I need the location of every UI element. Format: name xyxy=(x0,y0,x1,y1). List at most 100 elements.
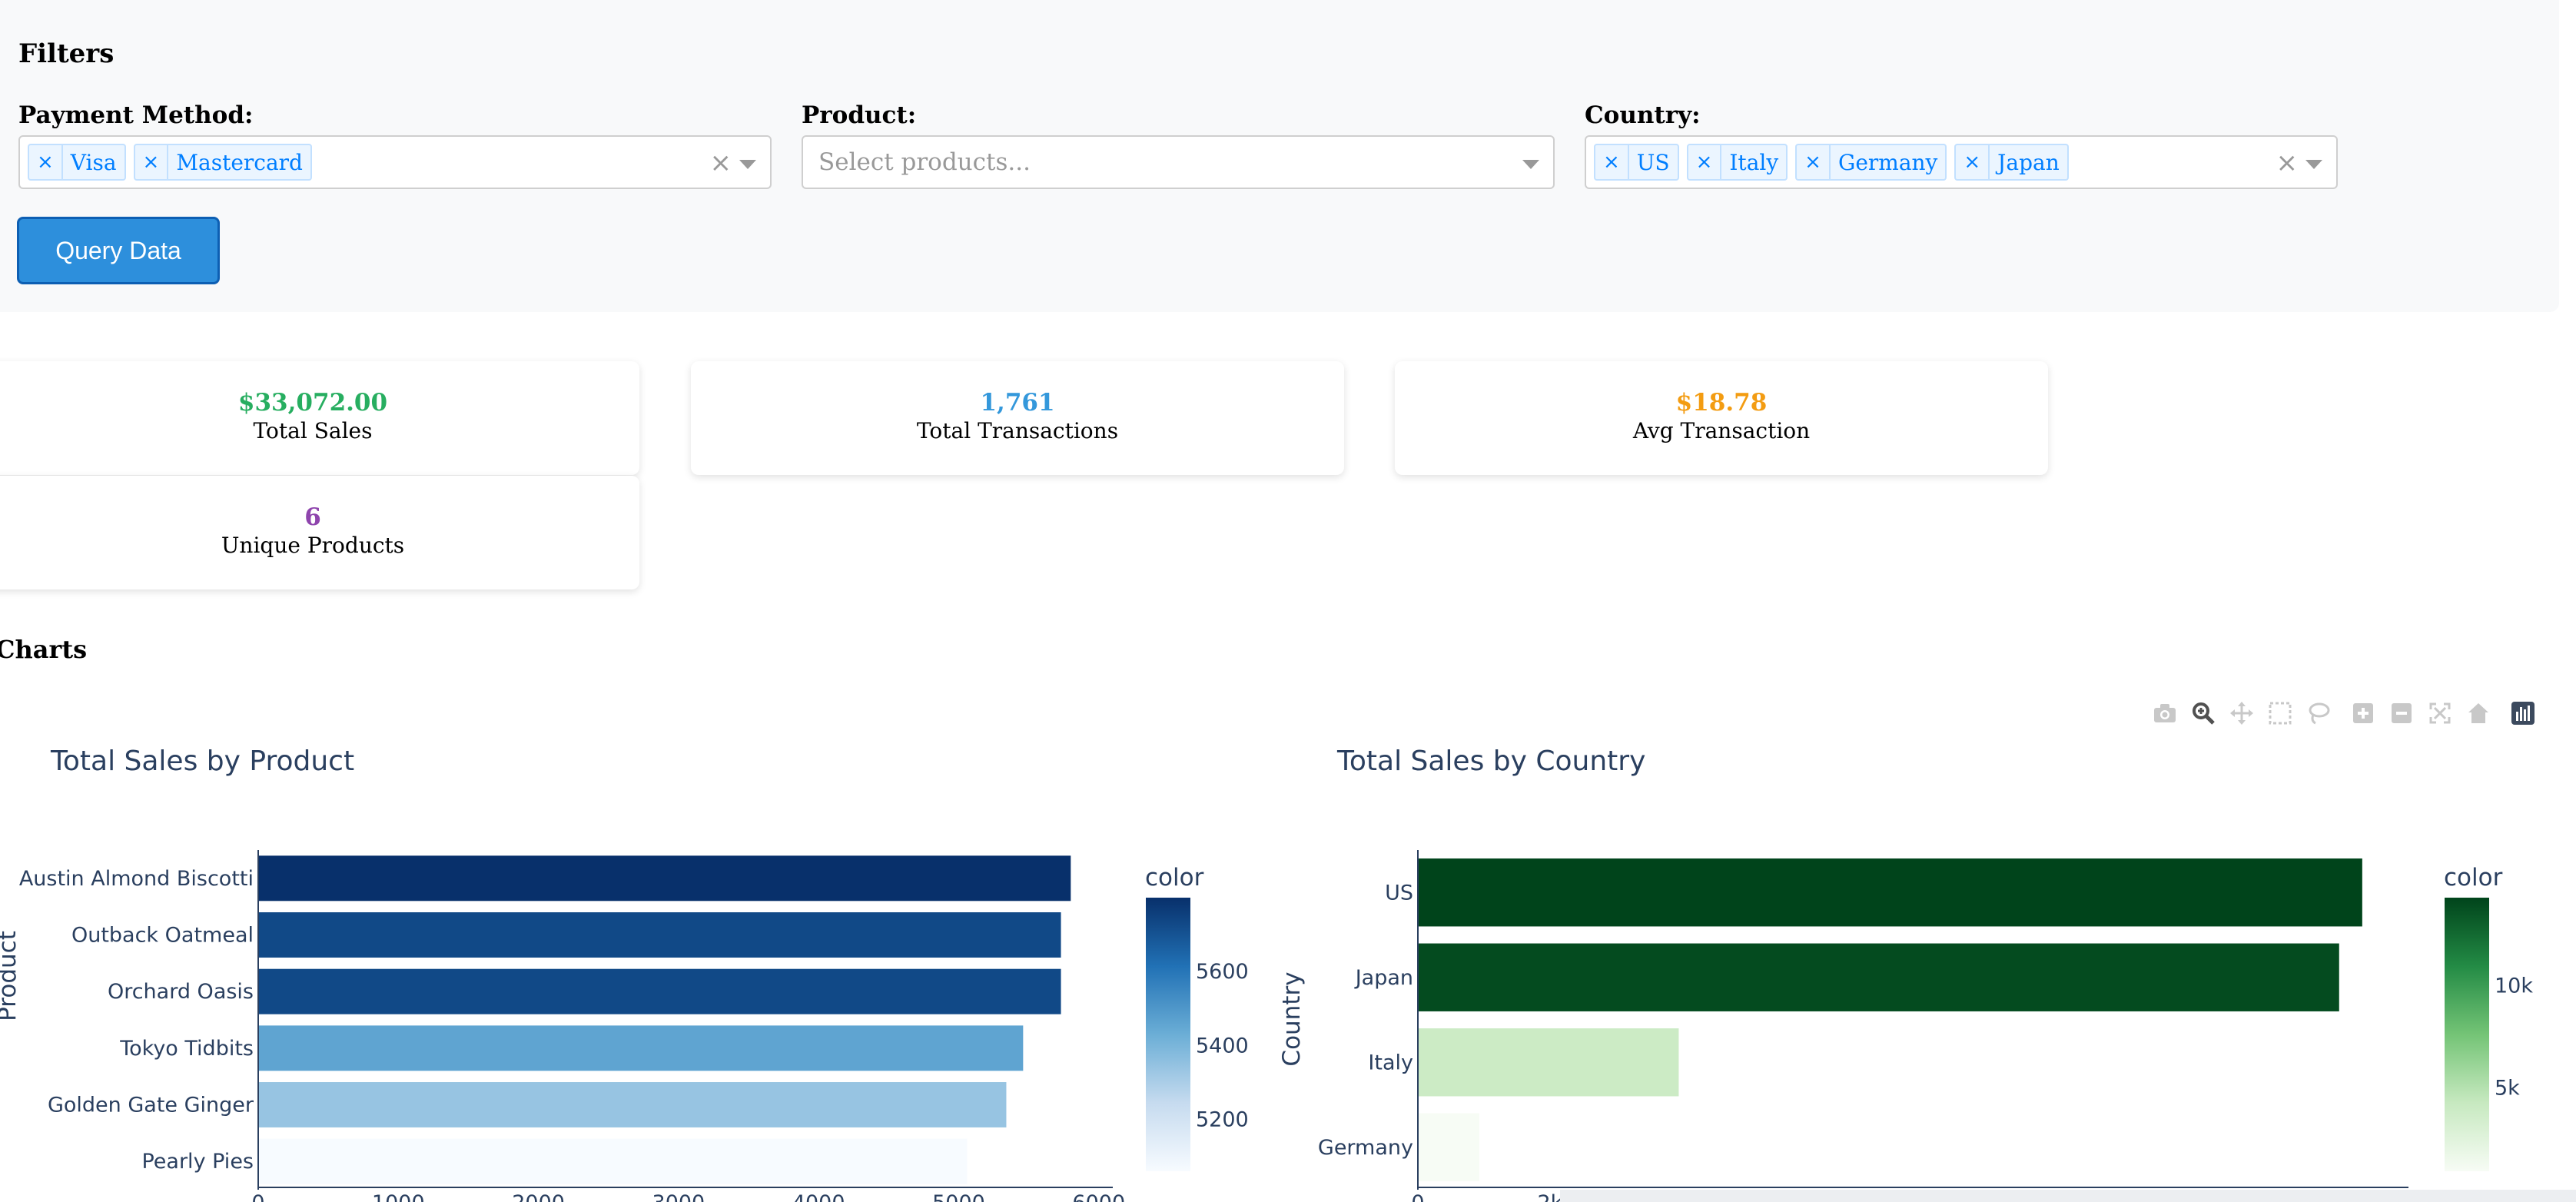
colorbar-tick-labels: 5200 5400 5600 xyxy=(1196,960,1249,1131)
remove-chip-germany-icon[interactable]: × xyxy=(1797,145,1831,179)
bar-pearly-pies[interactable] xyxy=(258,1138,968,1184)
chart-title: Total Sales by Country xyxy=(1336,745,1645,777)
x-tick-label: 3000 xyxy=(652,1191,705,1202)
remove-chip-mastercard-icon[interactable]: × xyxy=(135,145,169,179)
bar-outback-oatmeal[interactable] xyxy=(258,912,1061,958)
product-sales-chart: Total Sales by Product Product Austin Al… xyxy=(0,745,1249,1202)
chip-italy: × Italy xyxy=(1686,144,1788,181)
bar-tokyo-tidbits[interactable] xyxy=(258,1025,1024,1071)
filters-title: Filters xyxy=(18,38,115,69)
charts-heading: Charts xyxy=(0,635,88,664)
chip-label: Japan xyxy=(1997,149,2060,175)
kpi-card-unique-products: 6 Unique Products xyxy=(0,476,639,589)
kpi-card-total-sales: $33,072.00 Total Sales xyxy=(0,361,639,475)
remove-chip-visa-icon[interactable]: × xyxy=(29,145,63,179)
chip-mastercard: × Mastercard xyxy=(133,144,312,181)
bar-japan[interactable] xyxy=(1418,943,2339,1011)
y-tick-label: Tokyo Tidbits xyxy=(119,1037,254,1061)
y-tick-labels: US Japan Italy Germany xyxy=(1318,881,1413,1160)
colorbar-tick-label: 5600 xyxy=(1196,960,1249,984)
country-dropdown[interactable]: × US × Italy × Germany × Japan × xyxy=(1585,135,2338,189)
x-tick-label: 2k xyxy=(1537,1191,1562,1202)
zoom-in-icon[interactable] xyxy=(2350,700,2376,726)
x-tick-label: 4000 xyxy=(792,1191,845,1202)
pan-icon[interactable] xyxy=(2229,700,2255,726)
colorbar xyxy=(2445,898,2489,1171)
bar-golden-gate-ginger[interactable] xyxy=(258,1082,1007,1127)
y-tick-label: Germany xyxy=(1318,1136,1413,1160)
bar-germany[interactable] xyxy=(1418,1113,1479,1181)
x-tick-label: 2000 xyxy=(512,1191,565,1202)
box-select-icon[interactable] xyxy=(2267,700,2293,726)
y-tick-label: Orchard Oasis xyxy=(108,980,254,1004)
country-filter: Country: × US × Italy × Germany × Japan … xyxy=(1585,101,2338,189)
clear-all-icon[interactable]: × xyxy=(710,148,732,178)
y-tick-label: Austin Almond Biscotti xyxy=(19,867,254,891)
chart-title: Total Sales by Product xyxy=(50,745,354,777)
chip-label: Mastercard xyxy=(176,149,303,175)
bar-italy[interactable] xyxy=(1418,1028,1679,1097)
kpi-label: Unique Products xyxy=(221,533,405,558)
y-tick-label: US xyxy=(1385,881,1413,905)
kpi-value: $18.78 xyxy=(1675,389,1768,417)
colorbar-title: color xyxy=(1145,864,1204,892)
chip-label: Germany xyxy=(1837,149,1938,175)
chip-germany: × Germany xyxy=(1795,144,1947,181)
kpi-value: 6 xyxy=(304,503,321,531)
payment-method-label: Payment Method: xyxy=(18,101,254,129)
kpi-label: Avg Transaction xyxy=(1632,418,1811,443)
bar-orchard-oasis[interactable] xyxy=(258,968,1061,1014)
remove-chip-japan-icon[interactable]: × xyxy=(1956,145,1990,179)
plotly-logo-icon[interactable] xyxy=(2510,700,2536,726)
zoom-out-icon[interactable] xyxy=(2388,700,2415,726)
y-tick-labels: Austin Almond Biscotti Outback Oatmeal Orc… xyxy=(19,867,254,1174)
bar-austin-almond-biscotti[interactable] xyxy=(258,855,1071,902)
y-tick-label: Japan xyxy=(1354,966,1413,990)
colorbar-tick-label: 5400 xyxy=(1196,1034,1249,1058)
chevron-down-icon[interactable] xyxy=(1522,160,1539,169)
kpi-label: Total Transactions xyxy=(916,418,1119,443)
y-axis-title: Country xyxy=(1278,971,1306,1066)
chevron-down-icon[interactable] xyxy=(2305,160,2322,169)
kpi-card-avg-transaction: $18.78 Avg Transaction xyxy=(1395,361,2048,475)
kpi-card-total-transactions: 1,761 Total Transactions xyxy=(691,361,1344,475)
x-tick-label: 6000 xyxy=(1072,1191,1125,1202)
chevron-down-icon[interactable] xyxy=(739,160,756,169)
camera-icon[interactable] xyxy=(2152,700,2178,726)
y-tick-label: Italy xyxy=(1368,1051,1413,1074)
product-dropdown[interactable]: Select products... xyxy=(802,135,1555,189)
lasso-select-icon[interactable] xyxy=(2305,700,2332,726)
zoom-icon[interactable] xyxy=(2190,700,2216,726)
horizontal-scrollbar[interactable] xyxy=(1560,1190,2576,1202)
kpi-value: 1,761 xyxy=(980,389,1055,417)
product-filter: Product: Select products... xyxy=(802,101,1555,189)
reset-axes-icon[interactable] xyxy=(2465,700,2491,726)
product-placeholder: Select products... xyxy=(818,148,1031,176)
payment-method-filter: Payment Method: × Visa × Mastercard × xyxy=(18,101,772,189)
colorbar-title: color xyxy=(2444,864,2503,892)
x-tick-label: 0 xyxy=(1411,1191,1424,1202)
bar-us[interactable] xyxy=(1418,858,2362,927)
y-axis-title: Product xyxy=(0,931,22,1021)
country-sales-chart: Total Sales by Country Country US Japan It… xyxy=(1278,745,2533,1202)
query-data-button[interactable]: Query Data xyxy=(17,217,220,284)
colorbar-tick-labels: 5k 10k xyxy=(2495,974,2533,1100)
chip-visa: × Visa xyxy=(28,144,126,181)
colorbar-tick-label: 5k xyxy=(2495,1077,2520,1101)
colorbar xyxy=(1146,898,1190,1171)
remove-chip-italy-icon[interactable]: × xyxy=(1688,145,1722,179)
colorbar-tick-label: 5200 xyxy=(1196,1108,1249,1132)
x-tick-label: 1000 xyxy=(372,1191,425,1202)
clear-all-icon[interactable]: × xyxy=(2276,148,2299,178)
modebar xyxy=(2152,698,2536,729)
payment-method-dropdown[interactable]: × Visa × Mastercard × xyxy=(18,135,772,189)
chip-label: US xyxy=(1636,149,1670,175)
colorbar-tick-label: 10k xyxy=(2495,974,2533,998)
y-tick-label: Outback Oatmeal xyxy=(71,924,254,948)
autoscale-icon[interactable] xyxy=(2427,700,2453,726)
remove-chip-us-icon[interactable]: × xyxy=(1595,145,1629,179)
x-tick-labels: 0 1000 2000 3000 4000 5000 6000 xyxy=(251,1191,1125,1202)
kpi-value: $33,072.00 xyxy=(237,389,388,417)
product-label: Product: xyxy=(802,101,917,129)
bars xyxy=(258,855,1071,1184)
